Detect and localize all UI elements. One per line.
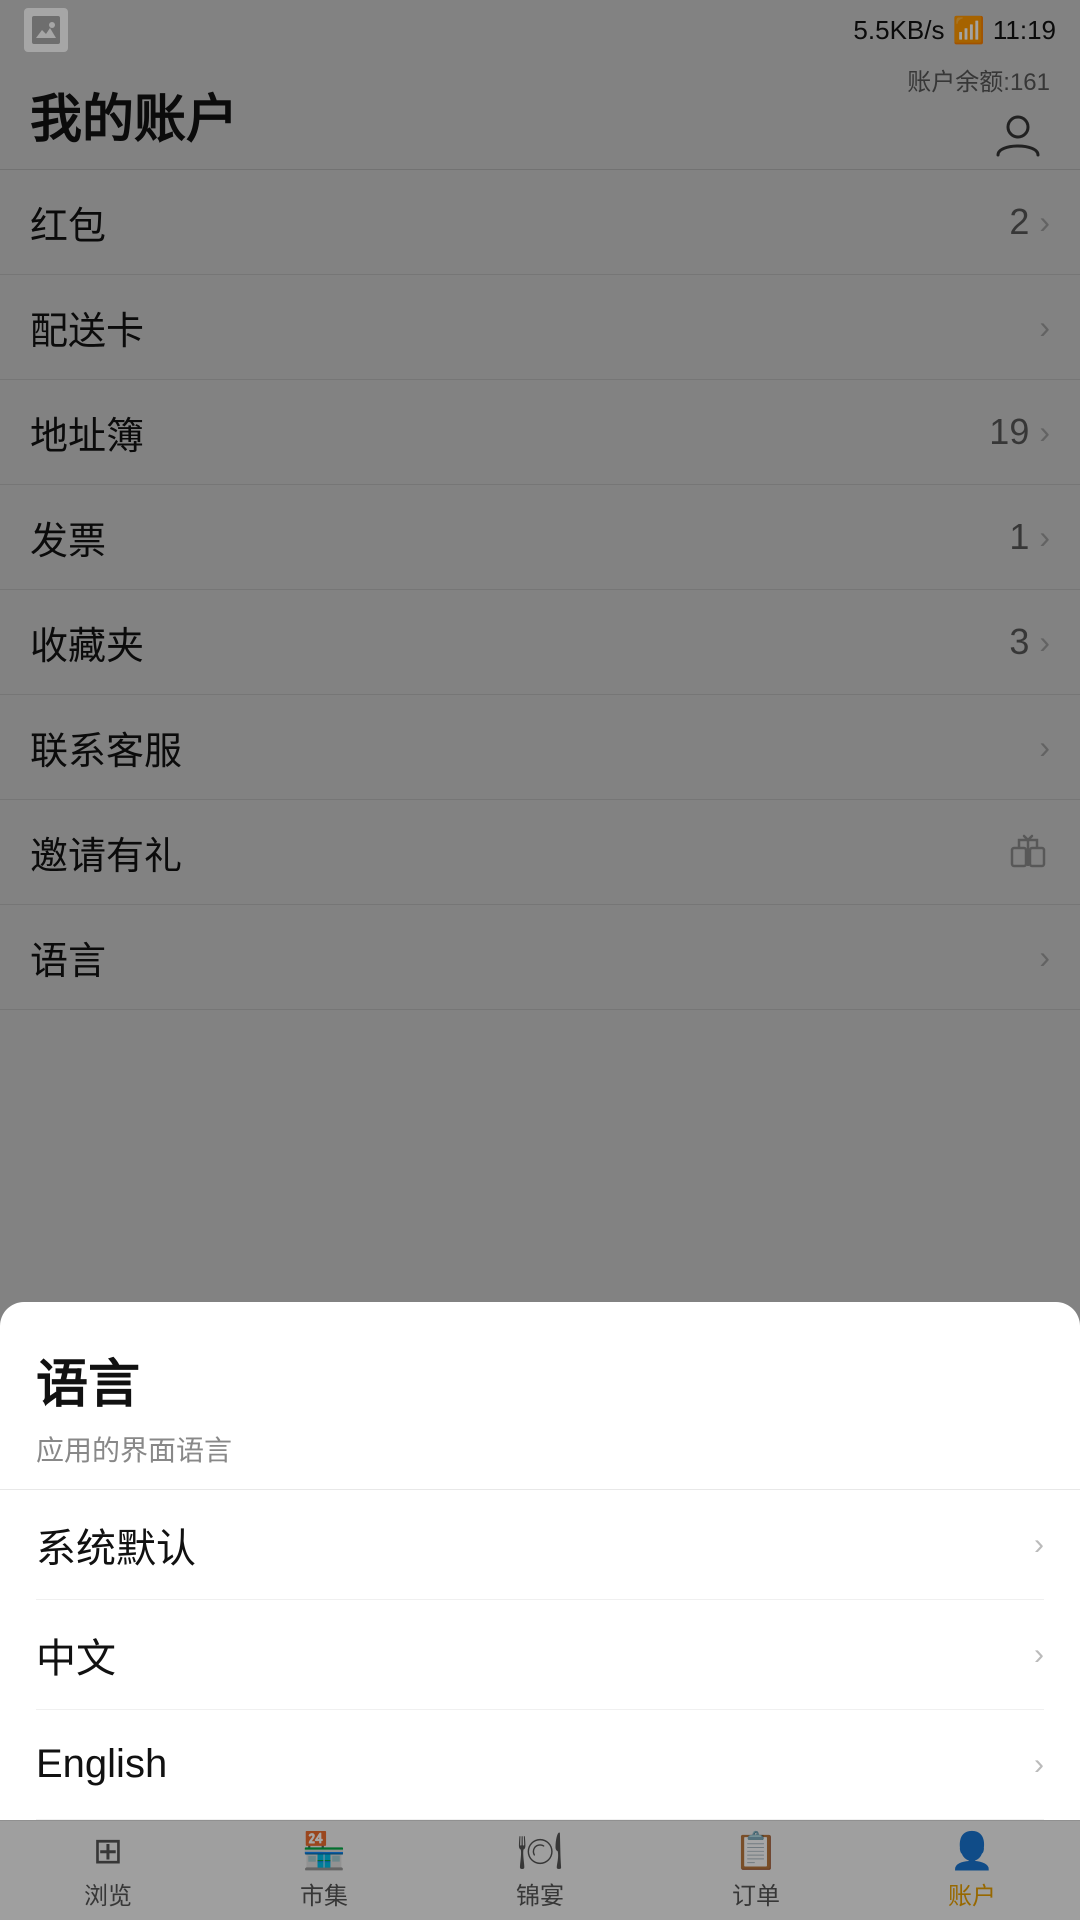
language-label-english: English bbox=[36, 1742, 167, 1787]
language-label-chinese: 中文 bbox=[36, 1626, 116, 1684]
modal-title: 语言 bbox=[36, 1342, 1044, 1417]
language-option-system[interactable]: 系统默认 › bbox=[36, 1490, 1044, 1600]
modal-subtitle: 应用的界面语言 bbox=[36, 1429, 1044, 1469]
language-option-english[interactable]: English › bbox=[36, 1710, 1044, 1820]
language-modal: 语言 应用的界面语言 系统默认 › 中文 › English › bbox=[0, 1302, 1080, 1820]
language-label-system: 系统默认 bbox=[36, 1516, 196, 1574]
chevron-icon: › bbox=[1034, 1748, 1044, 1782]
language-option-chinese[interactable]: 中文 › bbox=[36, 1600, 1044, 1710]
chevron-icon: › bbox=[1034, 1528, 1044, 1562]
chevron-icon: › bbox=[1034, 1638, 1044, 1672]
